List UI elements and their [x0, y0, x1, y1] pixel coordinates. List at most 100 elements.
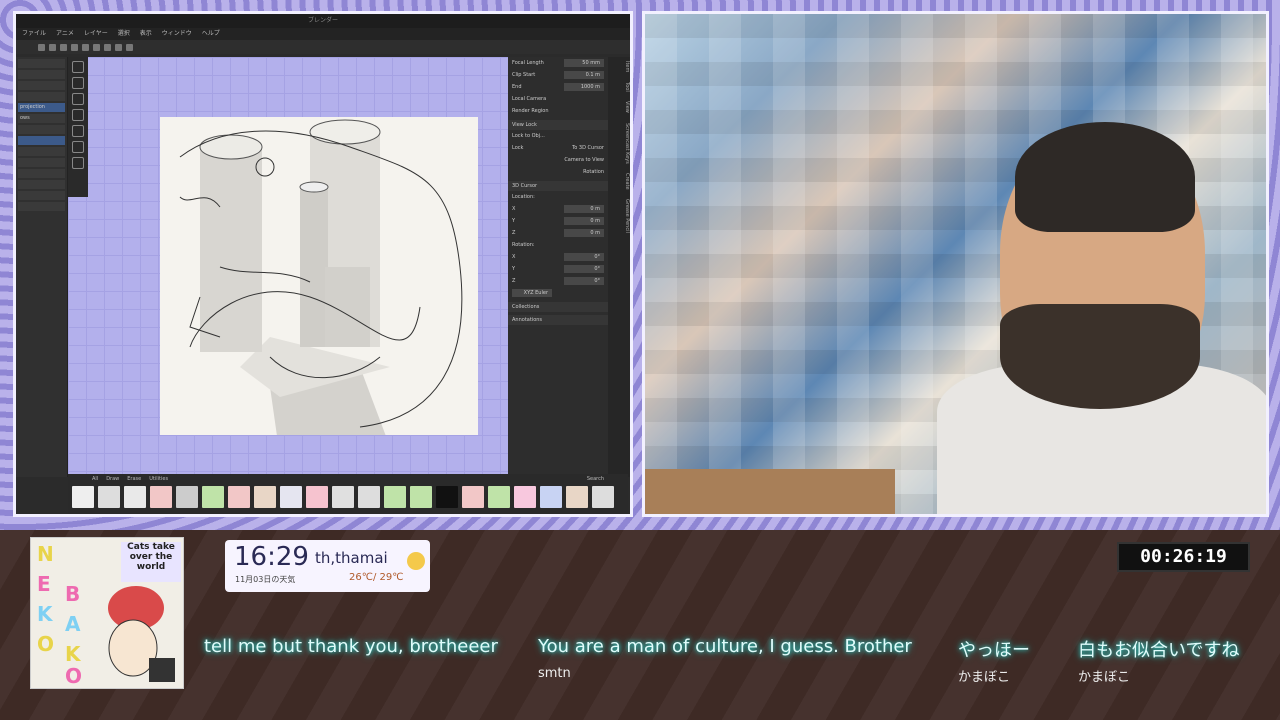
local-camera-checkbox[interactable]: Local Camera: [512, 95, 546, 103]
grid-icon[interactable]: [104, 43, 111, 51]
brush-preset-8[interactable]: [254, 486, 276, 508]
brush-preset-5[interactable]: [176, 486, 198, 508]
undo-icon[interactable]: [38, 43, 45, 51]
rotation-y-field[interactable]: 0°: [564, 265, 604, 273]
cursor-y-field[interactable]: 0 m: [564, 217, 604, 225]
brush-preset-16[interactable]: [462, 486, 484, 508]
window-title: ブレンダー: [16, 14, 630, 28]
rotation-z-field[interactable]: 0°: [564, 277, 604, 285]
tab-view[interactable]: View: [624, 97, 630, 117]
menu-anim[interactable]: アニメ: [56, 28, 74, 40]
tab-tool[interactable]: Tool: [624, 78, 630, 96]
fill-tool-icon[interactable]: [72, 109, 84, 121]
cursor-x-field[interactable]: 0 m: [564, 205, 604, 213]
outliner-item-ows[interactable]: ows: [18, 114, 65, 123]
cursor-tool-icon[interactable]: [72, 61, 84, 73]
brush-preset-14[interactable]: [410, 486, 432, 508]
menu-layer[interactable]: レイヤー: [84, 28, 108, 40]
outliner-item-projection[interactable]: projection: [18, 103, 65, 112]
eyedropper-tool-icon[interactable]: [72, 141, 84, 153]
brush-preset-4[interactable]: [150, 486, 172, 508]
lock-to-object-field[interactable]: Lock to Obj...: [512, 132, 545, 140]
transform-icon[interactable]: [93, 43, 100, 51]
erase-tool-icon[interactable]: [72, 93, 84, 105]
settings-icon[interactable]: [126, 43, 133, 51]
tab-create[interactable]: Create: [624, 169, 630, 194]
brush-preset-13[interactable]: [384, 486, 406, 508]
brush-tab-all[interactable]: All: [92, 476, 98, 482]
paste-icon[interactable]: [71, 43, 78, 51]
menu-window[interactable]: ウィンドウ: [162, 28, 192, 40]
brush-preset-3[interactable]: [124, 486, 146, 508]
chat-author-2: smtn: [538, 666, 571, 681]
stream-timer: 00:26:19: [1117, 542, 1250, 572]
tab-grease-pencil[interactable]: Grease Pencil: [624, 195, 630, 237]
menu-view[interactable]: 表示: [140, 28, 152, 40]
brush-preset-11[interactable]: [332, 486, 354, 508]
tab-item[interactable]: Item: [624, 57, 630, 76]
sidebar-tabs: Item Tool View Screencast Keys Create Gr…: [608, 57, 630, 477]
rotation-checkbox[interactable]: Rotation: [583, 168, 604, 176]
brush-preset-17[interactable]: [488, 486, 510, 508]
menu-help[interactable]: ヘルプ: [202, 28, 220, 40]
tab-screencast-keys[interactable]: Screencast Keys: [624, 119, 630, 168]
rotation-x-field[interactable]: 0°: [564, 253, 604, 261]
clock-temperature: 26℃/ 29℃: [349, 572, 404, 583]
3d-cursor-header[interactable]: 3D Cursor: [508, 181, 608, 191]
clock-date: 11月03日の天気: [235, 575, 296, 584]
cursor-z-field[interactable]: 0 m: [564, 229, 604, 237]
brush-preset-9[interactable]: [280, 486, 302, 508]
lasso-icon[interactable]: [82, 43, 89, 51]
render-region-checkbox[interactable]: Render Region: [512, 107, 549, 115]
outliner-panel: projection ows: [16, 57, 68, 477]
brush-preset-21[interactable]: [592, 486, 614, 508]
overlay-bar: [0, 530, 1280, 720]
view-lock-header[interactable]: View Lock: [508, 120, 608, 130]
weather-icon: [407, 552, 425, 570]
clock-widget: 16:29 th,thamai 11月03日の天気 26℃/ 29℃: [225, 540, 430, 592]
brush-preset-1[interactable]: [72, 486, 94, 508]
clip-end-field[interactable]: 1000 m: [564, 83, 604, 91]
brush-tab-utilities[interactable]: Utilities: [149, 476, 168, 482]
menu-file[interactable]: ファイル: [22, 28, 46, 40]
person-beard: [1000, 304, 1200, 409]
brush-preset-6[interactable]: [202, 486, 224, 508]
camera-to-view-checkbox[interactable]: Camera to View: [564, 156, 604, 164]
draw-tool-icon[interactable]: [72, 77, 84, 89]
brush-tab-erase[interactable]: Erase: [127, 476, 141, 482]
brush-preset-15[interactable]: [436, 486, 458, 508]
brush-preset-2[interactable]: [98, 486, 120, 508]
chat-message-4: 白もお似合いですね: [1078, 640, 1240, 661]
collections-header[interactable]: Collections: [508, 302, 608, 312]
cat-character-illustration: [108, 586, 175, 682]
focal-length-field[interactable]: 50 mm: [564, 59, 604, 67]
to-3d-cursor-checkbox[interactable]: To 3D Cursor: [572, 144, 604, 152]
brush-preset-20[interactable]: [566, 486, 588, 508]
brush-preset-7[interactable]: [228, 486, 250, 508]
layers-icon[interactable]: [115, 43, 122, 51]
poster-tagline: Cats take over the world: [121, 542, 181, 582]
annotations-header[interactable]: Annotations: [508, 315, 608, 325]
rotation-mode-select[interactable]: XYZ Euler: [512, 289, 552, 297]
nekobako-poster: N E K O B A K O Cats take over the world: [30, 537, 184, 689]
clip-start-field[interactable]: 0.1 m: [564, 71, 604, 79]
redo-icon[interactable]: [49, 43, 56, 51]
brush-preset-12[interactable]: [358, 486, 380, 508]
brush-tab-draw[interactable]: Draw: [106, 476, 119, 482]
3d-viewport[interactable]: [68, 57, 508, 477]
menu-select[interactable]: 選択: [118, 28, 130, 40]
shape-tool-icon[interactable]: [72, 125, 84, 137]
blender-window: ブレンダー ファイル アニメ レイヤー 選択 表示 ウィンドウ ヘルプ proj…: [13, 11, 633, 517]
chat-message-1: tell me but thank you, brotheeer: [204, 636, 498, 657]
drawing-canvas[interactable]: [160, 117, 478, 457]
brush-preset-10[interactable]: [306, 486, 328, 508]
brush-search-input[interactable]: Search: [587, 476, 604, 482]
brush-preset-19[interactable]: [540, 486, 562, 508]
toolbar: [16, 40, 630, 54]
copy-icon[interactable]: [60, 43, 67, 51]
line-tool-icon[interactable]: [72, 157, 84, 169]
chat-message-3: やっほー: [958, 640, 1030, 661]
tool-shelf: [68, 57, 88, 197]
chat-author-3: かまぼこ: [958, 670, 1011, 685]
brush-preset-18[interactable]: [514, 486, 536, 508]
